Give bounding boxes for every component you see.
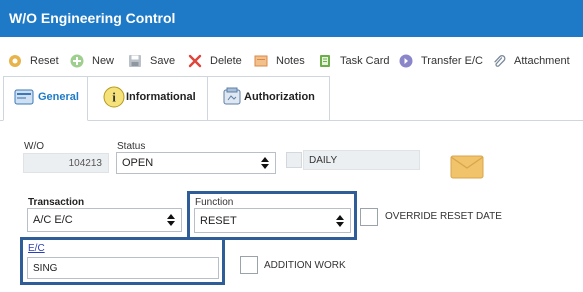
status-value: OPEN xyxy=(122,157,154,169)
save-button[interactable]: Save xyxy=(128,46,175,76)
save-icon xyxy=(128,54,142,68)
reset-button[interactable]: Reset xyxy=(8,46,59,76)
tab-informational-label: Informational xyxy=(126,91,196,103)
tab-authorization-label: Authorization xyxy=(244,91,315,103)
wo-label: W/O xyxy=(24,141,44,152)
delete-button[interactable]: Delete xyxy=(188,46,242,76)
task-card-button[interactable]: Task Card xyxy=(318,46,390,76)
addition-work-checkbox[interactable] xyxy=(240,256,258,274)
notes-button[interactable]: Notes xyxy=(254,46,305,76)
task-card-label: Task Card xyxy=(340,55,390,67)
wo-value: 104213 xyxy=(68,157,102,169)
select-arrows-icon xyxy=(167,214,175,226)
function-select[interactable]: RESET xyxy=(194,208,351,233)
daily-checkbox[interactable] xyxy=(286,152,302,168)
transaction-label: Transaction xyxy=(28,197,85,208)
override-reset-date-checkbox[interactable] xyxy=(360,208,378,226)
general-icon xyxy=(14,87,34,110)
toolbar: Reset New Save Delete Notes Task Card Tr… xyxy=(0,46,583,76)
window-title: W/O Engineering Control xyxy=(0,0,583,37)
tab-general-label: General xyxy=(38,91,79,103)
ec-label[interactable]: E/C xyxy=(28,243,45,254)
tab-authorization[interactable]: Authorization xyxy=(208,76,330,120)
new-button[interactable]: New xyxy=(70,46,114,76)
select-arrows-icon xyxy=(261,157,269,169)
envelope-icon[interactable] xyxy=(450,155,484,182)
function-label: Function xyxy=(195,197,234,208)
tab-bar: General i Informational Authorization xyxy=(0,76,583,121)
tab-general[interactable]: General xyxy=(3,76,88,121)
ec-input[interactable]: SING xyxy=(27,257,219,279)
select-arrows-icon xyxy=(336,214,344,227)
function-value: RESET xyxy=(200,214,237,227)
status-label: Status xyxy=(117,141,146,152)
authorization-icon xyxy=(222,86,242,111)
daily-label: DAILY xyxy=(309,154,338,166)
reset-icon xyxy=(8,54,22,68)
save-label: Save xyxy=(150,55,176,67)
ec-value: SING xyxy=(33,262,58,274)
addition-work-label: ADDITION WORK xyxy=(264,260,346,271)
delete-label: Delete xyxy=(210,55,242,67)
notes-label: Notes xyxy=(276,55,305,67)
svg-text:i: i xyxy=(112,90,116,105)
transaction-select[interactable]: A/C E/C xyxy=(27,208,182,232)
tab-informational[interactable]: i Informational xyxy=(88,76,208,120)
wo-field: 104213 xyxy=(23,153,109,173)
transfer-ec-button[interactable]: Transfer E/C xyxy=(399,46,483,76)
notes-icon xyxy=(254,54,268,68)
daily-field: DAILY xyxy=(303,150,420,170)
status-select[interactable]: OPEN xyxy=(116,152,276,174)
new-label: New xyxy=(92,55,115,67)
delete-icon xyxy=(188,54,202,68)
attachment-button[interactable]: Attachment xyxy=(492,46,570,76)
arrow-right-circle-icon xyxy=(399,54,413,68)
transaction-value: A/C E/C xyxy=(33,214,73,226)
plus-icon xyxy=(70,54,84,68)
paperclip-icon xyxy=(492,54,506,68)
info-icon: i xyxy=(103,86,125,111)
attachment-label: Attachment xyxy=(514,55,570,67)
reset-label: Reset xyxy=(30,55,59,67)
task-card-icon xyxy=(318,54,332,68)
override-reset-date-label: OVERRIDE RESET DATE xyxy=(385,211,502,222)
transfer-ec-label: Transfer E/C xyxy=(421,55,483,67)
